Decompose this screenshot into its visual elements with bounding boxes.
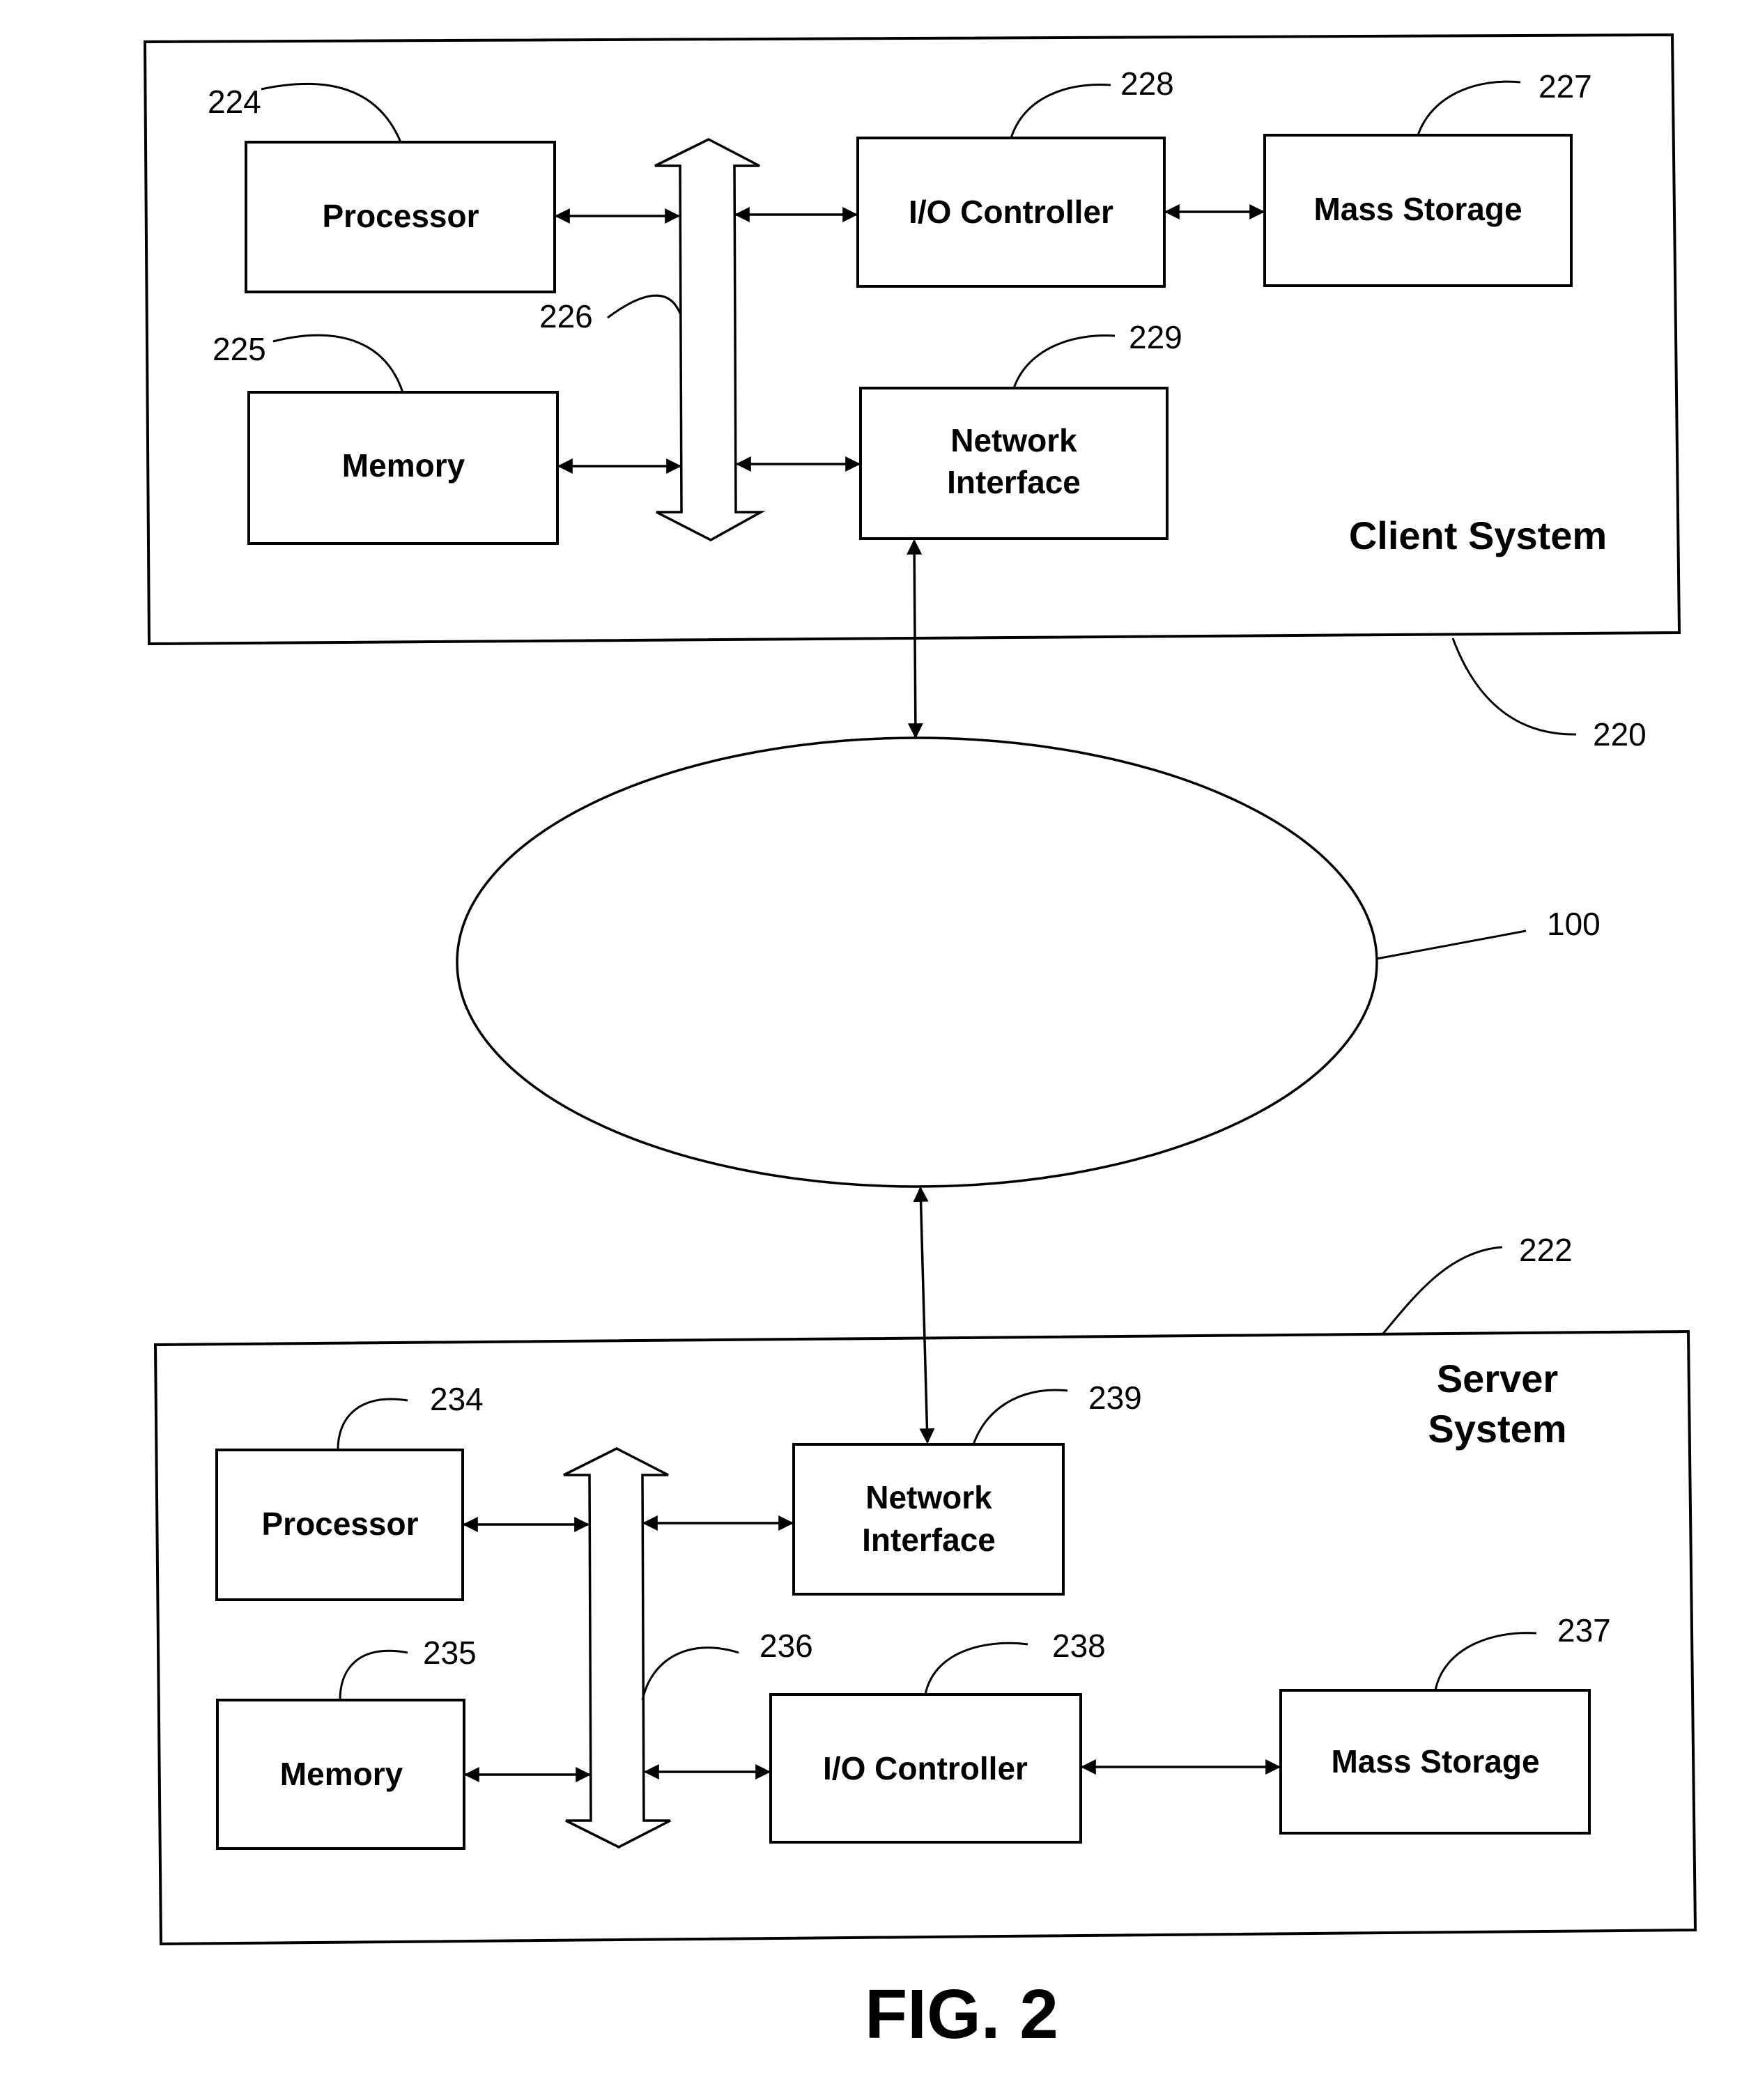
server-processor-leader — [337, 1398, 408, 1451]
client-processor-ref: 224 — [208, 84, 261, 120]
server-io-controller-leader — [924, 1642, 1028, 1695]
client-memory-leader — [272, 334, 404, 393]
client-mass-storage-label: Mass Storage — [1313, 191, 1522, 227]
client-processor: Processor — [245, 141, 556, 293]
server-system-title-line1: Server — [1437, 1357, 1558, 1400]
fig2-diagram: Processor 224 Memory 225 226 I/O Control… — [143, 33, 1697, 2053]
server-network-interface-label-line1: Network — [865, 1479, 992, 1515]
server-memory-label: Memory — [280, 1756, 403, 1792]
server-memory-ref: 235 — [423, 1635, 477, 1671]
server-memory: Memory — [216, 1699, 465, 1850]
server-mass-storage: Mass Storage — [1279, 1689, 1591, 1835]
client-network-link — [907, 539, 923, 739]
network-cloud — [456, 736, 1378, 1188]
client-system-ref: 220 — [1593, 716, 1647, 752]
client-network-interface-label-line2: Interface — [947, 464, 1081, 500]
client-processor-leader — [261, 83, 402, 143]
server-network-link — [913, 1186, 935, 1444]
client-processor-label: Processor — [322, 198, 479, 234]
network-leader — [1376, 929, 1527, 960]
client-mass-storage-ref: 227 — [1539, 68, 1592, 105]
server-network-interface-label-line2: Interface — [862, 1522, 996, 1558]
client-memory-ref: 225 — [213, 331, 266, 367]
server-bus-ref: 236 — [760, 1628, 813, 1664]
client-system-title: Client System — [1349, 514, 1607, 557]
server-processor-ref: 234 — [430, 1381, 484, 1417]
server-system-ref: 222 — [1519, 1232, 1573, 1268]
client-system: Processor 224 Memory 225 226 I/O Control… — [143, 33, 1681, 752]
client-network-interface-label-line1: Network — [950, 422, 1077, 458]
server-io-controller-label: I/O Controller — [823, 1750, 1028, 1786]
client-mass-storage-leader — [1417, 80, 1521, 136]
client-io-controller-leader — [1010, 84, 1111, 139]
client-bus-leader — [607, 294, 681, 319]
server-bus-arrow — [563, 1447, 671, 1848]
server-processor-label: Processor — [261, 1506, 418, 1542]
client-network-interface-leader — [1012, 334, 1116, 389]
network-ref: 100 — [1547, 906, 1601, 942]
server-io-controller: I/O Controller — [769, 1693, 1082, 1844]
server-processor: Processor — [215, 1449, 464, 1601]
server-memory-leader — [339, 1649, 408, 1701]
client-bus-arrow — [654, 138, 766, 541]
client-network-interface-ref: 229 — [1129, 319, 1182, 355]
client-network-interface: Network Interface — [859, 387, 1169, 540]
client-system-leader — [1451, 638, 1577, 736]
server-mass-storage-ref: 237 — [1557, 1612, 1611, 1649]
server-network-interface: Network Interface — [792, 1443, 1065, 1596]
server-bus-leader — [641, 1646, 739, 1701]
client-mass-storage: Mass Storage — [1263, 134, 1573, 287]
server-network-interface-leader — [972, 1389, 1068, 1445]
server-system: 222 Server System Processor 234 Memory 2… — [153, 1232, 1697, 1946]
server-system-title-line2: System — [1428, 1407, 1566, 1451]
server-mass-storage-leader — [1434, 1632, 1537, 1691]
client-bus-ref: 226 — [539, 298, 593, 334]
server-network-interface-box — [792, 1443, 1065, 1596]
client-memory: Memory — [247, 391, 559, 545]
figure-caption: FIG. 2 — [865, 1975, 1058, 2053]
server-network-interface-ref: 239 — [1088, 1380, 1142, 1416]
server-mass-storage-label: Mass Storage — [1331, 1743, 1539, 1779]
client-io-controller: I/O Controller — [856, 137, 1166, 288]
client-network-interface-box — [859, 387, 1169, 540]
network: 100 — [456, 736, 1601, 1188]
client-io-controller-label: I/O Controller — [909, 194, 1113, 230]
server-system-leader — [1382, 1246, 1503, 1334]
client-memory-label: Memory — [342, 447, 465, 484]
client-io-controller-ref: 228 — [1120, 65, 1174, 102]
server-io-controller-ref: 238 — [1052, 1628, 1106, 1664]
